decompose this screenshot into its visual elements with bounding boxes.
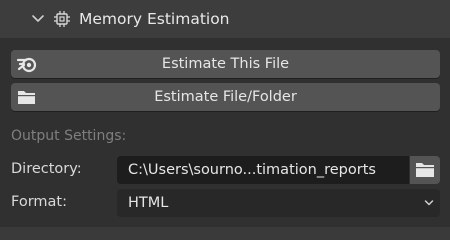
estimate-file-folder-label: Estimate File/Folder (154, 89, 297, 105)
browse-directory-button[interactable] (410, 156, 440, 184)
memory-estimation-panel: Memory Estimation Estimate This File Est… (0, 0, 450, 227)
chevron-down-icon (424, 200, 434, 206)
output-settings-heading: Output Settings: (11, 128, 127, 144)
format-dropdown[interactable]: HTML (117, 189, 440, 217)
panel-title: Memory Estimation (79, 10, 230, 28)
directory-label: Directory: (11, 161, 82, 177)
directory-field[interactable]: C:\Users\sourno...timation_reports (117, 156, 409, 184)
format-label: Format: (11, 194, 67, 210)
estimate-file-folder-button[interactable]: Estimate File/Folder (11, 83, 440, 111)
chip-icon (54, 11, 70, 27)
format-value: HTML (128, 195, 169, 211)
estimate-this-file-label: Estimate This File (161, 56, 290, 72)
estimate-this-file-button[interactable]: Estimate This File (11, 50, 440, 78)
panel-header[interactable]: Memory Estimation (0, 0, 450, 38)
chevron-down-icon[interactable] (30, 11, 46, 27)
folder-icon (416, 163, 434, 177)
